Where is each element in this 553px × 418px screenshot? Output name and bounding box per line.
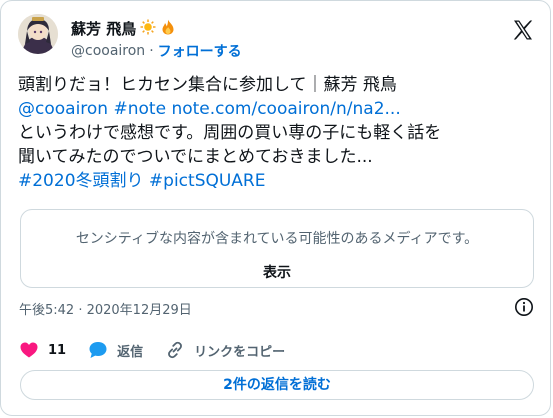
like-button[interactable]: 11 — [19, 340, 66, 360]
x-logo-icon[interactable] — [511, 18, 535, 42]
tweet-line-1: 頭割りだョ！ヒカセン集合に参加して｜蘇芳 飛鳥 — [18, 75, 397, 95]
tweet-line-4: 聞いてみたのでついでにまとめておきました... — [18, 147, 373, 167]
hashtag-note-link[interactable]: #note — [114, 99, 167, 119]
tweet-card: 蘇芳 飛鳥 @cooairon · フォローする 頭割りだョ！ヒカセン集合に参加… — [0, 0, 551, 416]
follow-button[interactable]: フォローする — [158, 41, 242, 61]
info-icon[interactable] — [514, 297, 534, 317]
author-name-row[interactable]: 蘇芳 飛鳥 — [71, 18, 176, 39]
reply-label: 返信 — [117, 344, 144, 360]
show-media-button[interactable]: 表示 — [21, 262, 533, 282]
note-url-link[interactable]: note.com/cooairon/n/na2... — [171, 99, 400, 119]
like-count: 11 — [48, 342, 67, 358]
avatar[interactable] — [18, 14, 58, 54]
sun-emoji-icon — [140, 19, 156, 39]
author-handle[interactable]: @cooairon — [71, 43, 145, 59]
sensitive-warning: センシティブな内容が含まれている可能性のあるメディアです。 — [75, 231, 479, 247]
display-name[interactable]: 蘇芳 飛鳥 — [71, 18, 136, 39]
reply-button[interactable]: 返信 — [88, 340, 143, 360]
action-bar: 11 返信 リンクをコピー — [19, 339, 307, 361]
mention-link[interactable]: @cooairon — [18, 99, 108, 119]
fire-emoji-icon — [160, 19, 176, 39]
read-replies-button[interactable]: 2件の返信を読む — [20, 370, 534, 400]
tweet-line-2: @cooairon #note note.com/cooairon/n/na2.… — [18, 97, 538, 121]
hashtag-2020-link[interactable]: #2020冬頭割り — [18, 171, 144, 191]
reply-bubble-icon — [88, 340, 108, 360]
heart-icon — [19, 340, 39, 360]
sensitive-media-box: センシティブな内容が含まれている可能性のあるメディアです。 表示 — [20, 209, 534, 288]
tweet-line-5: #2020冬頭割り #pictSQUARE — [18, 169, 538, 193]
tweet-line-3: というわけで感想です。周囲の買い専の子にも軽く話を — [18, 123, 442, 143]
copy-link-label: リンクをコピー — [194, 344, 286, 360]
tweet-text: 頭割りだョ！ヒカセン集合に参加して｜蘇芳 飛鳥 @cooairon #note … — [18, 73, 538, 193]
tweet-timestamp[interactable]: 午後5:42 · 2020年12月29日 — [19, 299, 192, 318]
author-handle-row: @cooairon · フォローする — [71, 41, 242, 61]
link-icon — [165, 340, 185, 360]
separator-dot: · — [149, 43, 154, 59]
hashtag-pictsquare-link[interactable]: #pictSQUARE — [149, 171, 266, 191]
copy-link-button[interactable]: リンクをコピー — [165, 340, 285, 360]
